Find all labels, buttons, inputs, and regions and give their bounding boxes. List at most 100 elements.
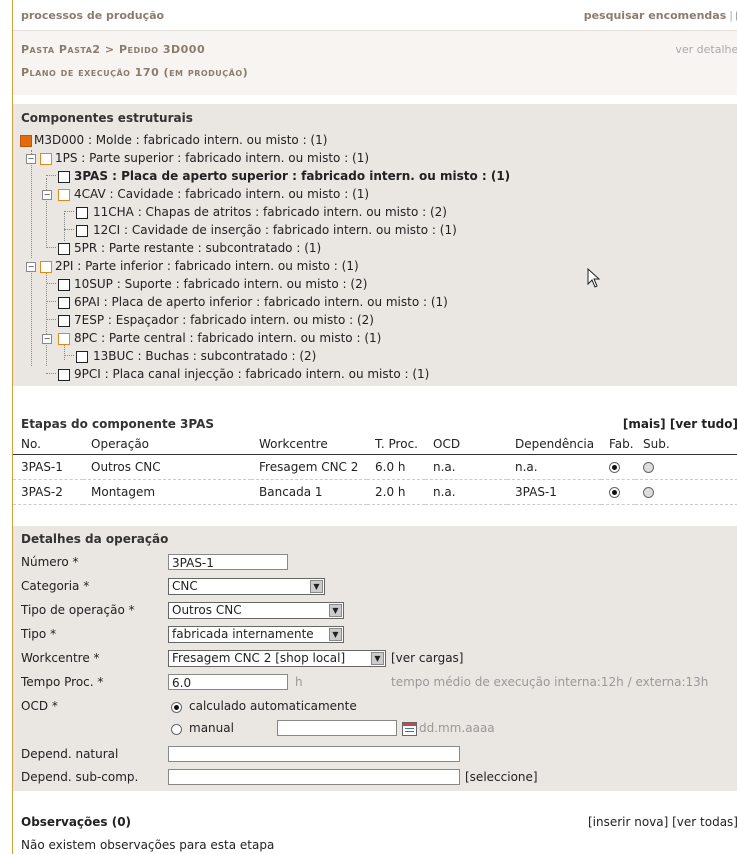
breadcrumb[interactable]: Pasta Pasta2 > Pedido 3D000 <box>21 43 205 56</box>
depend-sub-label: Depend. sub-comp. <box>21 770 139 784</box>
tree-item[interactable]: 8PC : Parte central : fabricado intern. … <box>74 329 381 347</box>
tree-item[interactable]: 11CHA : Chapas de atritos : fabricado in… <box>93 203 447 221</box>
component-icon <box>76 207 88 219</box>
stages-table: No. Operação Workcentre T. Proc. OCD Dep… <box>13 434 737 505</box>
numero-input[interactable]: 3PAS-1 <box>168 554 288 570</box>
details-title: Detalhes da operação <box>21 532 169 546</box>
seleccione-link[interactable]: [seleccione] <box>465 767 538 787</box>
tree-item[interactable]: 5PR : Parte restante : subcontratado : (… <box>74 239 321 257</box>
section-title[interactable]: processos de produção <box>21 9 164 22</box>
page: processos de produção pesquisar encomend… <box>12 0 737 854</box>
stages-links[interactable]: [mais] [ver tudo] <box>623 417 737 431</box>
collapse-icon[interactable]: − <box>42 190 52 200</box>
component-icon <box>58 333 70 345</box>
tree-item[interactable]: 13BUC : Buchas : subcontratado : (2) <box>93 347 316 365</box>
dropdown-arrow-icon[interactable]: ▼ <box>371 652 384 665</box>
search-orders-link[interactable]: pesquisar encomendas <box>584 9 727 22</box>
tree-item[interactable]: 4CAV : Cavidade : fabricado intern. ou m… <box>74 185 369 203</box>
component-icon <box>58 171 70 183</box>
tree-item[interactable]: 2PI : Parte inferior : fabricado intern.… <box>55 257 359 275</box>
depend-natural-label: Depend. natural <box>21 747 119 761</box>
radio-selected-icon[interactable] <box>609 462 620 473</box>
col-header: T. Proc. <box>367 434 425 455</box>
col-header: Dependência <box>507 434 601 455</box>
operation-details-panel: Detalhes da operação Número * 3PAS-1 Cat… <box>13 526 737 791</box>
cell-time: 6.0 h <box>367 454 425 480</box>
tempo-unit: h <box>295 675 303 689</box>
col-header: Sub. <box>635 434 737 455</box>
component-icon <box>58 297 70 309</box>
tree-item[interactable]: 9PCI : Placa canal injecção : fabricado … <box>74 365 429 383</box>
col-header: No. <box>13 434 83 455</box>
ocd-date-input[interactable] <box>277 720 397 736</box>
dropdown-arrow-icon[interactable]: ▼ <box>310 580 323 593</box>
tree-connector <box>46 247 56 248</box>
tree-connector <box>64 213 65 241</box>
sub-radio[interactable] <box>635 479 737 505</box>
collapse-icon[interactable]: − <box>26 154 36 164</box>
component-icon <box>20 135 32 147</box>
radio-auto-icon[interactable] <box>171 702 182 713</box>
tree-item[interactable]: 1PS : Parte superior : fabricado intern.… <box>55 149 369 167</box>
tree-connector <box>46 283 56 284</box>
ocd-manual-label[interactable]: manual <box>189 718 234 738</box>
tree-item[interactable]: 6PAI : Placa de aperto inferior : fabric… <box>74 293 448 311</box>
observations-title: Observações (0) <box>21 815 132 829</box>
depend-natural-input[interactable] <box>168 746 460 762</box>
table-row[interactable]: 3PAS-1 Outros CNC Fresagem CNC 2 6.0 h n… <box>13 454 737 480</box>
ocd-auto-label[interactable]: calculado automaticamente <box>189 696 357 716</box>
fab-radio[interactable] <box>601 479 635 505</box>
table-row[interactable]: 3PAS-2 Montagem Bancada 1 2.0 h n.a. 3PA… <box>13 479 737 505</box>
components-title: Componentes estruturais <box>21 111 193 125</box>
dropdown-arrow-icon[interactable]: ▼ <box>329 604 342 617</box>
cell-no[interactable]: 3PAS-2 <box>13 479 83 505</box>
categoria-select[interactable]: CNC ▼ <box>168 578 325 595</box>
tipo-operacao-label: Tipo de operação * <box>21 603 135 617</box>
depend-sub-input[interactable] <box>168 769 460 785</box>
workcentre-select[interactable]: Fresagem CNC 2 [shop local] ▼ <box>168 650 386 667</box>
dropdown-arrow-icon[interactable]: ▼ <box>329 628 342 641</box>
tree-item[interactable]: 7ESP : Espaçador : fabricado intern. ou … <box>74 311 374 329</box>
cell-operation: Outros CNC <box>83 454 251 480</box>
tempo-input[interactable]: 6.0 <box>168 674 288 690</box>
sub-radio[interactable] <box>635 454 737 480</box>
separator: | <box>729 9 733 22</box>
cell-no[interactable]: 3PAS-1 <box>13 454 83 480</box>
tipo-operacao-select[interactable]: Outros CNC ▼ <box>168 602 344 619</box>
view-details-link[interactable]: ver detalhes <box>675 43 737 56</box>
workcentre-value: Fresagem CNC 2 [shop local] <box>172 651 346 665</box>
tipo-select[interactable]: fabricada internamente ▼ <box>168 626 344 643</box>
radio-unselected-icon[interactable] <box>643 462 654 473</box>
radio-manual-icon[interactable] <box>171 724 182 735</box>
calendar-icon[interactable] <box>402 722 417 736</box>
cell-time: 2.0 h <box>367 479 425 505</box>
tree-item[interactable]: 12CI : Cavidade de inserção : fabricado … <box>93 221 457 239</box>
fab-radio[interactable] <box>601 454 635 480</box>
observations-links[interactable]: [inserir nova] [ver todas] <box>588 815 737 829</box>
col-header: OCD <box>425 434 507 455</box>
tree-item-selected[interactable]: 3PAS : Placa de aperto superior : fabric… <box>74 167 510 185</box>
collapse-icon[interactable]: − <box>26 262 36 272</box>
page-header: Pasta Pasta2 > Pedido 3D000 Plano de exe… <box>13 30 737 95</box>
radio-selected-icon[interactable] <box>609 487 620 498</box>
tree-connector <box>64 211 74 212</box>
components-panel: Componentes estruturais M3D000 : Molde :… <box>13 104 737 386</box>
col-header: Fab. <box>601 434 635 455</box>
cell-workcentre: Bancada 1 <box>251 479 367 505</box>
tree-connector <box>46 301 56 302</box>
tipo-value: fabricada internamente <box>172 627 314 641</box>
cell-workcentre: Fresagem CNC 2 <box>251 454 367 480</box>
component-icon <box>76 225 88 237</box>
radio-unselected-icon[interactable] <box>643 487 654 498</box>
tipo-label: Tipo * <box>21 627 57 641</box>
tree-item[interactable]: 10SUP : Suporte : fabricado intern. ou m… <box>74 275 367 293</box>
collapse-icon[interactable]: − <box>42 334 52 344</box>
tree-connector <box>46 373 56 374</box>
component-icon <box>58 189 70 201</box>
tree-item[interactable]: M3D000 : Molde : fabricado intern. ou mi… <box>34 131 327 149</box>
ver-cargas-link[interactable]: [ver cargas] <box>391 648 464 668</box>
categoria-label: Categoria * <box>21 579 90 593</box>
tree-connector <box>64 355 74 356</box>
component-icon <box>58 315 70 327</box>
categoria-value: CNC <box>172 579 198 593</box>
